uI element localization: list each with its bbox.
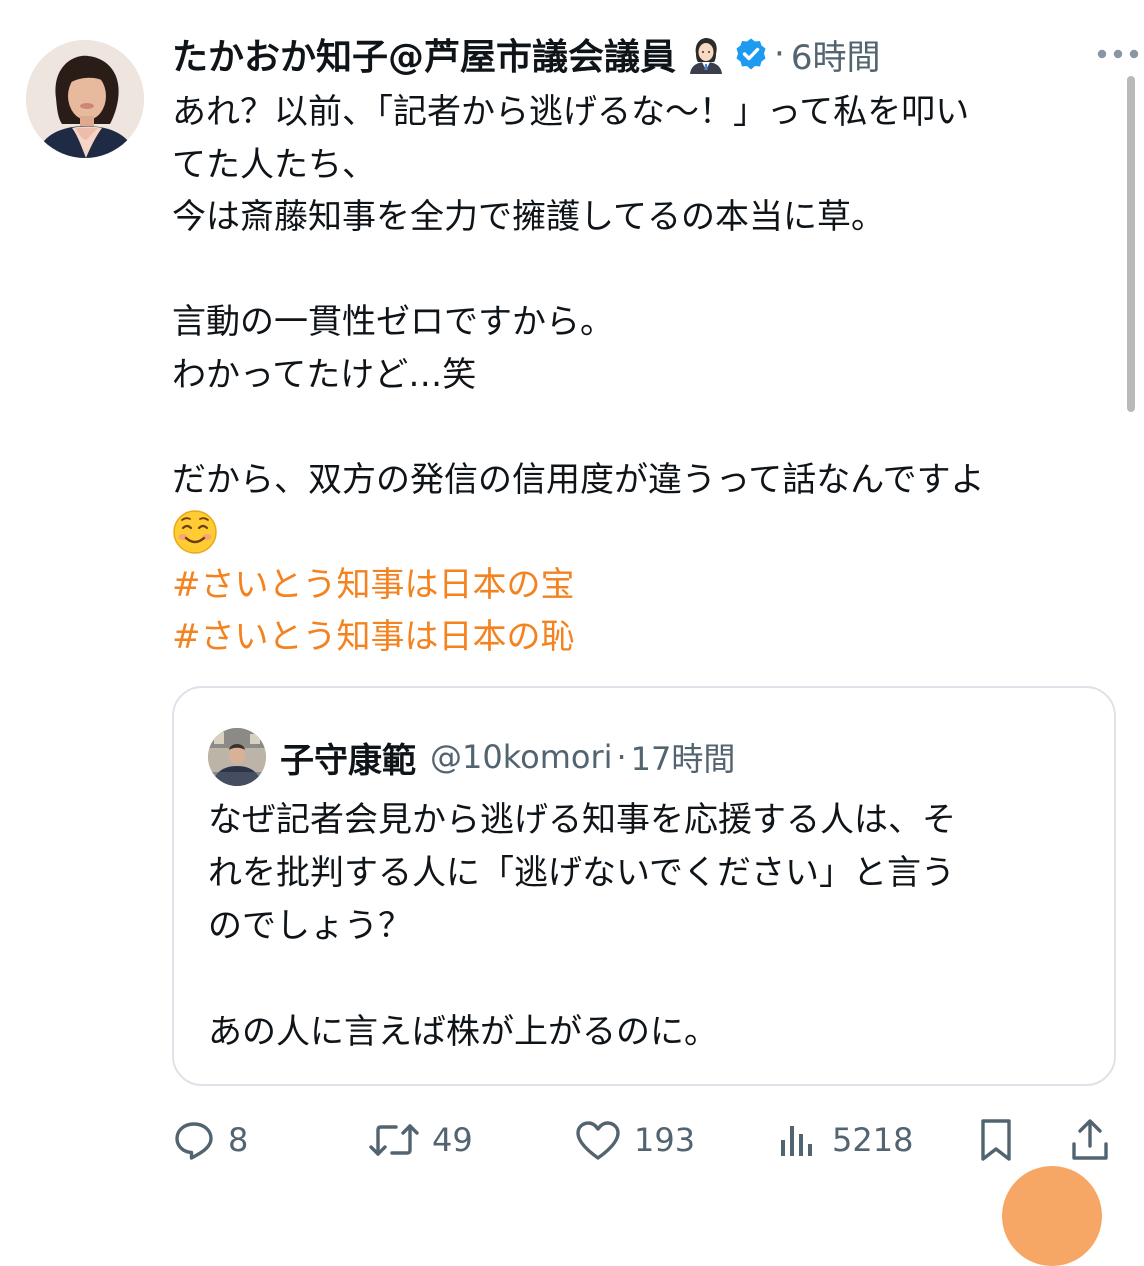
scrollbar[interactable] [1127,76,1135,412]
tweet-text-line: あれ？以前、「記者から逃げるな〜！」って私を叩い [172,92,970,132]
quoted-display-name[interactable]: 子守康範 [280,733,416,782]
verified-badge-icon [734,37,768,71]
tweet-text-line [172,244,1122,297]
action-bar: 8 49 193 5218 [172,1112,1116,1168]
tweet-timestamp[interactable]: 6時間 [791,30,881,79]
quoted-text: なぜ記者会見から逃げる知事を応援する人は、そ れを批判する人に「逃げないでくださ… [208,794,1088,1059]
tweet-header: たかおか知子@芦屋市議会議員 · 6時間 [172,28,880,80]
views-icon [781,1126,812,1156]
tweet-text-line: 言動の一貫性ゼロですから。 [172,302,614,342]
quoted-avatar[interactable] [208,728,266,786]
header-separator: · [774,34,785,74]
like-count: 193 [634,1121,696,1159]
bookmark-button[interactable] [974,1112,1018,1168]
quoted-header: 子守康範 @10komori · 17時間 [280,728,735,786]
more-options-icon[interactable] [1096,46,1140,62]
tweet-text-line: だから、双方の発信の信用度が違うって話なんですよ [172,459,985,500]
retweet-count: 49 [432,1121,473,1159]
avatar[interactable] [26,40,144,158]
quoted-text-line: のでしょう？ [208,906,412,946]
share-icon [1072,1119,1108,1160]
tweet[interactable]: たかおか知子@芦屋市議会議員 · 6時間 あれ？以前、「記者から逃げるな〜！」っ… [0,0,1144,1266]
bookmark-icon [981,1119,1011,1161]
office-worker-woman-emoji-icon [686,34,726,74]
tweet-text-line: わかってたけど…笑 [172,354,477,395]
quoted-text-line: あの人に言えば株が上がるのに。 [208,1012,718,1052]
reply-button[interactable]: 8 [172,1112,248,1168]
emoji-line [172,506,1122,559]
views-count: 5218 [832,1121,914,1159]
smiling-face-emoji-icon [172,509,218,555]
tweet-text-line: てた人たち、 [172,144,376,185]
reply-count: 8 [228,1121,249,1159]
avatar-photo [26,40,144,158]
tweet-text-line [172,401,1122,454]
like-button[interactable]: 193 [574,1112,695,1168]
quoted-tweet[interactable]: 子守康範 @10komori · 17時間 なぜ記者会見から逃げる知事を応援する… [172,686,1116,1086]
quoted-separator: · [616,738,627,776]
author-display-name[interactable]: たかおか知子@芦屋市議会議員 [172,28,676,80]
quoted-text-line: れを批判する人に「逃げないでください」と言う [208,853,955,893]
tweet-text-line: 今は斎藤知事を全力で擁護してるの本当に草。 [172,197,885,237]
quoted-text-line: なぜ記者会見から逃げる知事を応援する人は、そ [208,800,956,840]
retweet-button[interactable]: 49 [368,1112,473,1168]
heart-icon [576,1121,620,1160]
views-button[interactable]: 5218 [776,1112,913,1168]
retweet-icon [369,1124,419,1156]
quoted-text-line [208,953,1088,1006]
hashtag-link[interactable]: #さいとう知事は日本の宝 [172,559,1122,612]
tweet-text: あれ？以前、「記者から逃げるな〜！」って私を叩い てた人たち、 今は斎藤知事を全… [172,86,1122,664]
hashtag-link[interactable]: #さいとう知事は日本の恥 [172,611,1122,664]
compose-fab-button[interactable] [1002,1166,1102,1266]
share-button[interactable] [1068,1112,1112,1168]
quoted-timestamp[interactable]: 17時間 [631,734,736,780]
quoted-avatar-photo [208,728,266,786]
quoted-handle[interactable]: @10komori [430,738,612,776]
reply-icon [175,1122,213,1160]
